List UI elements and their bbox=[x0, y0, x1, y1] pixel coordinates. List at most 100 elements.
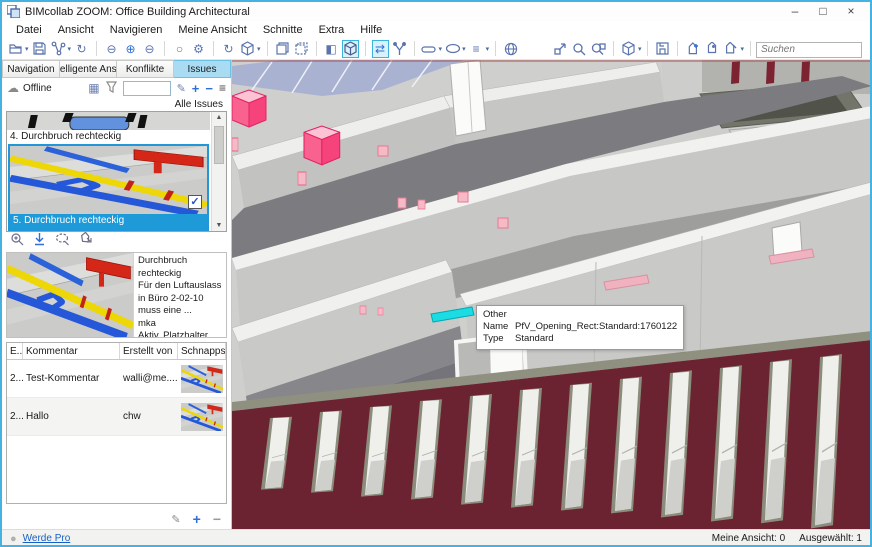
col-header-erstellt-von[interactable]: Erstellt von bbox=[120, 343, 178, 359]
orbit-button[interactable]: ○ bbox=[171, 40, 188, 58]
open-button[interactable] bbox=[7, 40, 24, 58]
sync-views-button[interactable]: ⇄ bbox=[372, 40, 389, 58]
add-comment-icon[interactable]: + bbox=[193, 511, 201, 527]
views-caret-icon[interactable]: ▾ bbox=[257, 45, 261, 53]
titlebar: BIMcollab ZOOM: Office Building Architec… bbox=[2, 2, 870, 21]
issue-list-scrollbar[interactable]: ▲ ▼ bbox=[211, 112, 226, 231]
upgrade-link[interactable]: Werde Pro bbox=[23, 533, 71, 544]
measure-ellipse-button[interactable] bbox=[444, 40, 461, 58]
viewcube-button[interactable] bbox=[620, 40, 637, 58]
branch-button[interactable] bbox=[391, 40, 408, 58]
sync-button[interactable]: ↻ bbox=[73, 40, 90, 58]
zoom-to-issue-icon[interactable] bbox=[10, 232, 24, 251]
edit-issue-icon[interactable]: ✎ bbox=[177, 82, 186, 95]
lines-caret-icon[interactable]: ▾ bbox=[486, 45, 490, 53]
search-box bbox=[756, 39, 862, 58]
tab-intelligente-ansichten[interactable]: Intelligente Ansi... bbox=[60, 60, 117, 78]
status-ausgewaehlt: Ausgewählt: 1 bbox=[799, 533, 862, 544]
tooltip-category: Other bbox=[483, 309, 507, 321]
remove-issue-icon[interactable]: − bbox=[205, 81, 213, 96]
measure-caret-icon[interactable]: ▾ bbox=[439, 45, 443, 53]
issues-filter-label: Alle Issues bbox=[2, 98, 231, 111]
menu-meine-ansicht[interactable]: Meine Ansicht bbox=[170, 23, 254, 37]
scroll-thumb[interactable] bbox=[214, 126, 224, 164]
status-meine-ansicht: Meine Ansicht: 0 bbox=[712, 533, 785, 544]
share-viewpoint-icon[interactable] bbox=[79, 232, 93, 251]
tooltip-name-label: Name bbox=[483, 321, 515, 333]
annotation-lines-button[interactable]: ≡ bbox=[468, 40, 485, 58]
reset-view-button[interactable]: ↻ bbox=[220, 40, 237, 58]
menu-ansicht[interactable]: Ansicht bbox=[50, 23, 102, 37]
tab-konflikte[interactable]: Konflikte bbox=[117, 60, 174, 78]
section-plane-button[interactable]: ◧ bbox=[323, 40, 340, 58]
license-status-icon: ● bbox=[10, 533, 17, 545]
col-header-e[interactable]: E... bbox=[7, 343, 23, 359]
menu-schnitte[interactable]: Schnitte bbox=[255, 23, 311, 37]
issue-5-caption: 5. Durchbruch rechteckig bbox=[10, 214, 207, 229]
freehand-select-icon[interactable] bbox=[55, 232, 70, 251]
standard-views-button[interactable] bbox=[239, 40, 256, 58]
model-scene bbox=[232, 60, 870, 529]
copy-view-button[interactable] bbox=[274, 40, 291, 58]
open-caret-icon[interactable]: ▾ bbox=[25, 45, 29, 53]
menu-navigieren[interactable]: Navigieren bbox=[102, 23, 171, 37]
add-issue-icon[interactable]: + bbox=[192, 81, 200, 96]
menu-extra[interactable]: Extra bbox=[311, 23, 353, 37]
share-caret-icon[interactable]: ▾ bbox=[68, 45, 72, 53]
issue-filter-input[interactable] bbox=[123, 81, 171, 96]
measure-line-button[interactable] bbox=[421, 40, 438, 58]
detail-title: Durchbruch rechteckig bbox=[138, 255, 222, 280]
menu-datei[interactable]: Datei bbox=[8, 23, 50, 37]
zoom-out-button[interactable]: ⊖ bbox=[141, 40, 158, 58]
col-header-schnappschuss[interactable]: Schnapps... bbox=[178, 343, 226, 359]
detail-thumbnail[interactable] bbox=[7, 253, 133, 337]
tag-list-button[interactable] bbox=[722, 40, 739, 58]
menu-hilfe[interactable]: Hilfe bbox=[352, 23, 390, 37]
viewcube-caret-icon[interactable]: ▾ bbox=[638, 45, 642, 53]
tag-caret-icon[interactable]: ▾ bbox=[740, 45, 744, 53]
edit-comment-icon[interactable]: ✎ bbox=[171, 513, 180, 526]
tooltip-type-value: Standard bbox=[515, 333, 554, 345]
connection-status[interactable]: ☁ Offline bbox=[7, 81, 52, 95]
issue-5-checkbox[interactable]: ✓ bbox=[188, 195, 202, 209]
grid-view-icon[interactable]: ▦ bbox=[88, 81, 99, 95]
globe-button[interactable] bbox=[502, 40, 519, 58]
tab-navigation[interactable]: Navigation bbox=[2, 60, 60, 78]
walk-settings-button[interactable]: ⚙ bbox=[190, 40, 207, 58]
app-window: BIMcollab ZOOM: Office Building Architec… bbox=[0, 0, 872, 547]
scroll-up-icon[interactable]: ▲ bbox=[212, 114, 226, 121]
issue-4-thumbnail bbox=[7, 112, 210, 130]
element-tooltip: Other Name PfV_Opening_Rect:Standard:176… bbox=[476, 305, 684, 350]
zoom-selection-button[interactable] bbox=[590, 40, 607, 58]
paste-view-button[interactable] bbox=[293, 40, 310, 58]
ellipse-caret-icon[interactable]: ▾ bbox=[462, 45, 466, 53]
share-link-button[interactable] bbox=[50, 40, 67, 58]
tag-add-button[interactable] bbox=[684, 40, 701, 58]
comment-author: chw bbox=[120, 411, 178, 422]
remove-comment-icon[interactable]: − bbox=[213, 511, 221, 527]
issue-item-5[interactable]: 5. Durchbruch rechteckig ✓ bbox=[8, 144, 209, 231]
zoom-fit-button[interactable]: ⊖ bbox=[103, 40, 120, 58]
fullscreen-button[interactable] bbox=[552, 40, 569, 58]
maximize-button[interactable]: □ bbox=[809, 3, 837, 20]
save-viewpoint-button[interactable] bbox=[654, 40, 671, 58]
comment-row[interactable]: 2... Hallo chw bbox=[7, 398, 226, 436]
save-button[interactable] bbox=[31, 40, 48, 58]
tab-issues[interactable]: Issues bbox=[174, 60, 231, 78]
issue-5-thumbnail bbox=[10, 146, 207, 214]
viewport-3d[interactable]: Other Name PfV_Opening_Rect:Standard:176… bbox=[232, 60, 870, 529]
comment-row[interactable]: 2... Test-Kommentar walli@me.... bbox=[7, 360, 226, 398]
scroll-down-icon[interactable]: ▼ bbox=[212, 222, 226, 229]
search-input[interactable] bbox=[756, 42, 862, 58]
zoom-window-button[interactable] bbox=[571, 40, 588, 58]
issue-menu-icon[interactable]: ≡ bbox=[219, 81, 226, 95]
minimize-button[interactable]: – bbox=[781, 3, 809, 20]
issue-item-4[interactable]: 4. Durchbruch rechteckig bbox=[7, 112, 210, 144]
apply-viewpoint-icon[interactable] bbox=[33, 232, 46, 251]
col-header-kommentar[interactable]: Kommentar bbox=[23, 343, 120, 359]
filter-funnel-icon[interactable] bbox=[106, 81, 117, 96]
zoom-in-button[interactable]: ⊕ bbox=[122, 40, 139, 58]
section-box-button[interactable] bbox=[342, 40, 359, 58]
tag-button[interactable] bbox=[703, 40, 720, 58]
close-button[interactable]: × bbox=[837, 3, 865, 20]
